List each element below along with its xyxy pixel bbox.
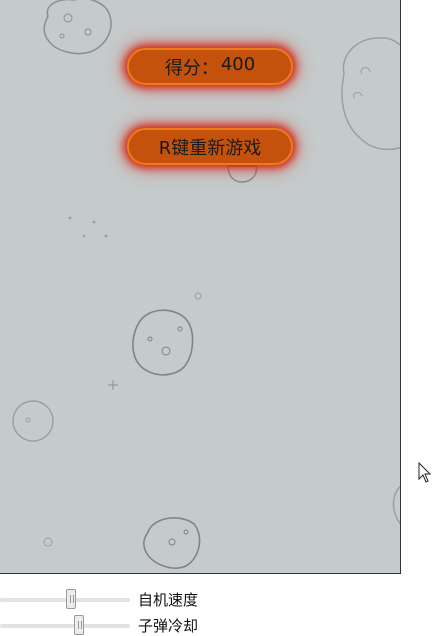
asteroid-icon — [43, 537, 53, 547]
asteroid-icon — [341, 37, 400, 151]
asteroid-icon — [227, 165, 258, 183]
restart-label: R键重新游戏 — [158, 137, 262, 159]
slider-thumb[interactable] — [66, 588, 76, 609]
asteroid-icon — [132, 309, 194, 376]
cooldown-slider[interactable] — [0, 614, 130, 635]
speed-label: 自机速度 — [138, 591, 199, 609]
speed-control: 自机速度 — [0, 588, 199, 610]
speed-slider[interactable] — [0, 588, 130, 609]
score-value: 400 — [220, 53, 256, 75]
asteroid-icon — [143, 517, 201, 569]
mouse-cursor-icon — [418, 462, 432, 483]
restart-hint: R键重新游戏 — [127, 128, 293, 165]
score-display: 得分： 400 — [127, 48, 293, 85]
cooldown-control: 子弹冷却 — [0, 614, 199, 636]
asteroid-icon — [43, 0, 112, 55]
asteroid-icon — [12, 400, 54, 442]
asteroid-icon — [68, 216, 108, 238]
asteroid-icon — [392, 485, 400, 525]
score-label: 得分： — [164, 57, 219, 79]
asteroid-icon — [108, 380, 118, 390]
slider-thumb[interactable] — [74, 614, 84, 635]
asteroid-icon — [194, 292, 202, 300]
cooldown-label: 子弹冷却 — [138, 617, 199, 635]
game-canvas[interactable]: 得分： 400 R键重新游戏 — [0, 0, 401, 574]
